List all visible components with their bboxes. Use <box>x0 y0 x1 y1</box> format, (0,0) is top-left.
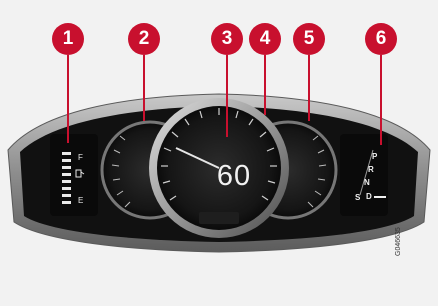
speed-readout: 60 <box>216 160 252 192</box>
gear-n: N <box>364 178 370 187</box>
figure-code: G046635 <box>395 227 402 256</box>
trip-display <box>199 212 239 224</box>
callout-1-stem <box>67 55 69 143</box>
callout-5: 5 <box>293 23 325 55</box>
callout-2: 2 <box>128 23 160 55</box>
fuel-empty-label: E <box>78 196 84 205</box>
fuel-full-label: F <box>78 153 83 162</box>
gear-sport-label: S <box>355 193 361 202</box>
callout-3-stem <box>226 55 228 137</box>
callout-2-stem <box>143 55 145 121</box>
callout-6: 6 <box>365 23 397 55</box>
callout-1: 1 <box>52 23 84 55</box>
callout-4-stem <box>264 55 266 115</box>
gear-p: P <box>372 152 378 161</box>
gear-d: D <box>366 192 372 201</box>
callout-4: 4 <box>249 23 281 55</box>
gear-panel <box>340 134 388 216</box>
fuel-panel <box>50 134 98 216</box>
callout-3: 3 <box>211 23 243 55</box>
instrument-panel-figure: F E 60 P R N D S 1 2 3 4 5 6 G046635 <box>0 0 438 306</box>
callout-5-stem <box>308 55 310 121</box>
callout-6-stem <box>380 55 382 145</box>
gear-r: R <box>368 165 374 174</box>
